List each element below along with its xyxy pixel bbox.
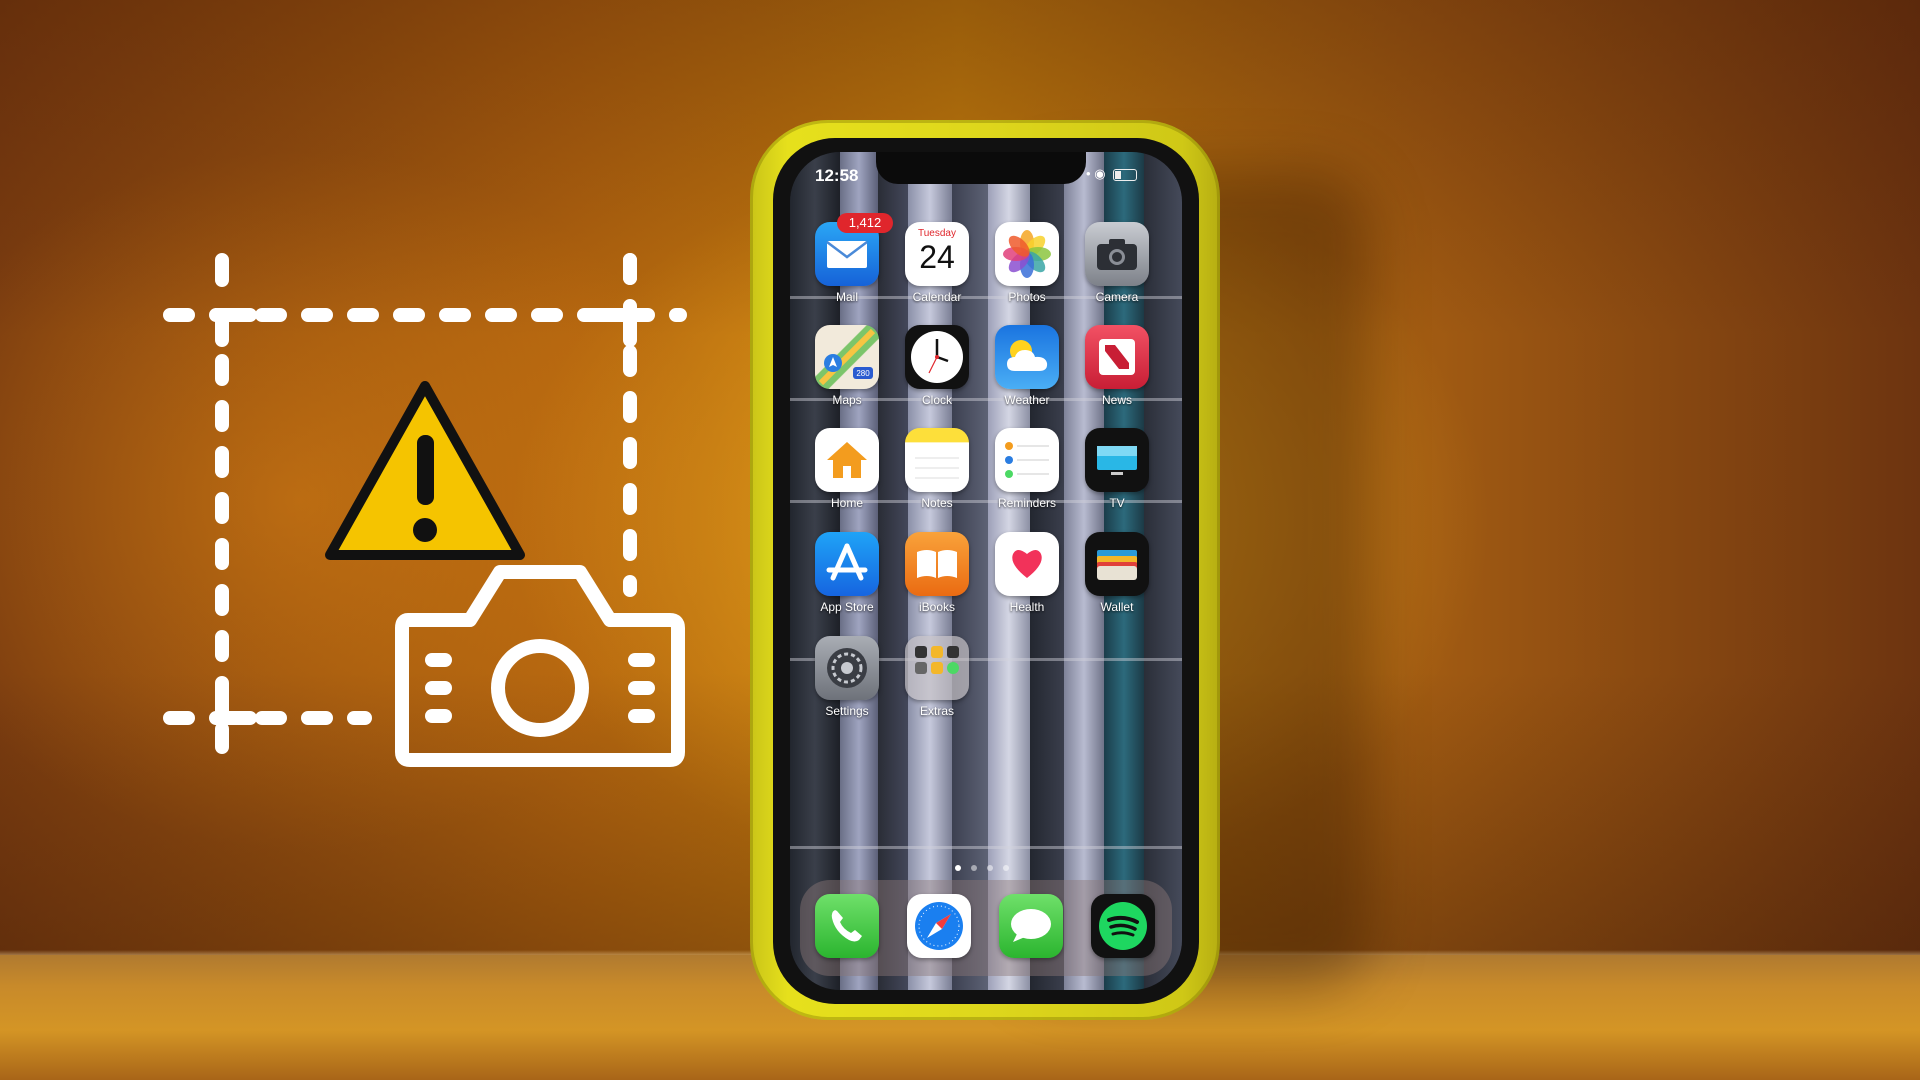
app-weather[interactable]: Weather: [995, 325, 1059, 407]
app-label: Camera: [1095, 290, 1139, 304]
screenshot-warning-graphic: [163, 253, 687, 777]
maps-icon: 280: [815, 325, 879, 389]
wifi-icon: ◉: [1094, 166, 1106, 181]
app-health[interactable]: Health: [995, 532, 1059, 614]
calendar-weekday: Tuesday: [918, 228, 956, 239]
extras-folder-icon: [905, 636, 969, 700]
app-mail[interactable]: 1,412 Mail: [815, 213, 893, 304]
settings-icon: [815, 636, 879, 700]
wallpaper-book: [878, 152, 908, 990]
page-dot: [987, 865, 993, 871]
app-tv[interactable]: TV: [1085, 428, 1149, 510]
ibooks-icon: [905, 532, 969, 596]
app-label: App Store: [820, 600, 874, 614]
page-dot: [971, 865, 977, 871]
status-time: 12:58: [815, 166, 859, 185]
page-indicator[interactable]: [950, 858, 1014, 876]
app-calendar[interactable]: Tuesday 24 Calendar: [905, 222, 969, 304]
app-ibooks[interactable]: iBooks: [905, 532, 969, 614]
app-news[interactable]: News: [1085, 325, 1149, 407]
page-dot: [955, 865, 961, 871]
weather-icon: [995, 325, 1059, 389]
messages-icon: [999, 894, 1063, 958]
dock-safari[interactable]: [907, 894, 971, 958]
app-label: Home: [830, 496, 863, 510]
spotify-icon: [1091, 894, 1155, 958]
reminders-icon: [995, 428, 1059, 492]
page-dot: [1003, 865, 1009, 871]
app-label: Clock: [921, 393, 952, 407]
app-settings[interactable]: Settings: [815, 636, 879, 718]
app-label: Weather: [1004, 393, 1050, 407]
notes-icon: [905, 428, 969, 492]
dock-phone[interactable]: [815, 894, 879, 958]
app-label: Photos: [1008, 290, 1046, 304]
shelf-line: [790, 846, 1182, 849]
signal-icon: •: [1086, 166, 1091, 181]
app-home[interactable]: Home: [815, 428, 879, 510]
mail-badge: 1,412: [837, 213, 893, 233]
app-maps[interactable]: 280 Maps: [815, 325, 879, 407]
app-label: TV: [1109, 496, 1125, 510]
wallpaper-book: [1144, 152, 1182, 990]
app-app-store[interactable]: App Store: [815, 532, 879, 614]
warning-icon: [325, 381, 525, 560]
app-wallet[interactable]: Wallet: [1085, 532, 1149, 614]
app-label: Settings: [825, 704, 869, 718]
app-photos[interactable]: Photos: [995, 222, 1059, 304]
app-clock[interactable]: Clock: [905, 325, 969, 407]
app-label: iBooks: [918, 600, 956, 614]
news-icon: [1085, 325, 1149, 389]
app-label: Mail: [835, 290, 858, 304]
camera-app-icon: [1085, 222, 1149, 286]
phone-icon: [815, 894, 879, 958]
app-label: Maps: [832, 393, 862, 407]
wallet-icon: [1085, 532, 1149, 596]
dock-messages[interactable]: [999, 894, 1063, 958]
app-notes[interactable]: Notes: [905, 428, 969, 510]
phone-notch: [876, 152, 1086, 184]
app-label: Reminders: [997, 496, 1057, 510]
safari-icon: [907, 894, 971, 958]
app-extras-folder[interactable]: Extras: [905, 636, 969, 718]
calendar-day: 24: [919, 239, 955, 275]
camera-icon: [395, 565, 685, 767]
app-label: Calendar: [912, 290, 962, 304]
app-camera[interactable]: Camera: [1085, 222, 1149, 304]
clock-icon: [905, 325, 969, 389]
app-label: News: [1101, 393, 1132, 407]
maps-route-number: 280: [856, 369, 870, 378]
battery-icon: [1113, 168, 1138, 181]
app-label: Notes: [921, 496, 953, 510]
app-label: Extras: [919, 704, 954, 718]
app-reminders[interactable]: Reminders: [995, 428, 1059, 510]
photos-icon: [995, 222, 1059, 286]
home-app-icon: [815, 428, 879, 492]
health-icon: [995, 532, 1059, 596]
app-label: Wallet: [1100, 600, 1134, 614]
tv-icon: [1085, 428, 1149, 492]
calendar-icon: Tuesday 24: [905, 222, 969, 286]
app-label: Health: [1009, 600, 1045, 614]
dock-spotify[interactable]: [1091, 894, 1155, 958]
app-store-icon: [815, 532, 879, 596]
status-icons: • ◉: [1086, 166, 1138, 182]
